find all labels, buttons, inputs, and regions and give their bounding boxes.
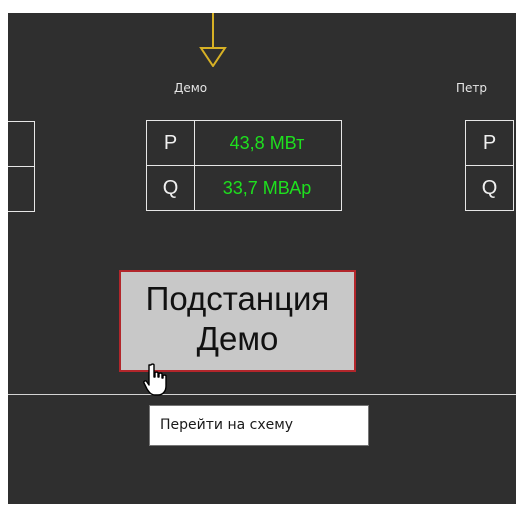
substation-name-right: Петр [456, 81, 488, 95]
substation-demo-button[interactable]: Подстанция Демо [119, 270, 356, 372]
tooltip-text: Перейти на схему [160, 417, 294, 433]
q-label: Q [146, 165, 195, 211]
left-measure-cell-p [8, 121, 35, 167]
substation-name-demo: Демо [174, 81, 208, 95]
p-value: 43,8 МВт [194, 120, 342, 166]
diagram-canvas: Демо Петр P 43,8 МВт Q 33,7 МВАр P Q Под… [8, 13, 516, 504]
measurement-row-q: Q 33,7 МВАр [146, 165, 342, 211]
button-line-1: Подстанция [145, 280, 330, 317]
p-label-right: P [465, 120, 514, 166]
feeder-arrow-icon [199, 47, 227, 67]
p-label: P [146, 120, 195, 166]
measurement-table-right: P Q [465, 120, 514, 211]
hand-pointer-cursor-icon [143, 363, 167, 396]
bus-line [8, 394, 516, 395]
q-label-right: Q [465, 165, 514, 211]
measurement-row-p: P 43,8 МВт [146, 120, 342, 166]
button-line-2: Демо [196, 320, 279, 357]
left-measure-cell-q [8, 166, 35, 212]
feeder-line [212, 13, 214, 48]
measurement-table-demo: P 43,8 МВт Q 33,7 МВАр [146, 120, 342, 211]
q-value: 33,7 МВАр [194, 165, 342, 211]
tooltip: Перейти на схему [149, 405, 369, 446]
